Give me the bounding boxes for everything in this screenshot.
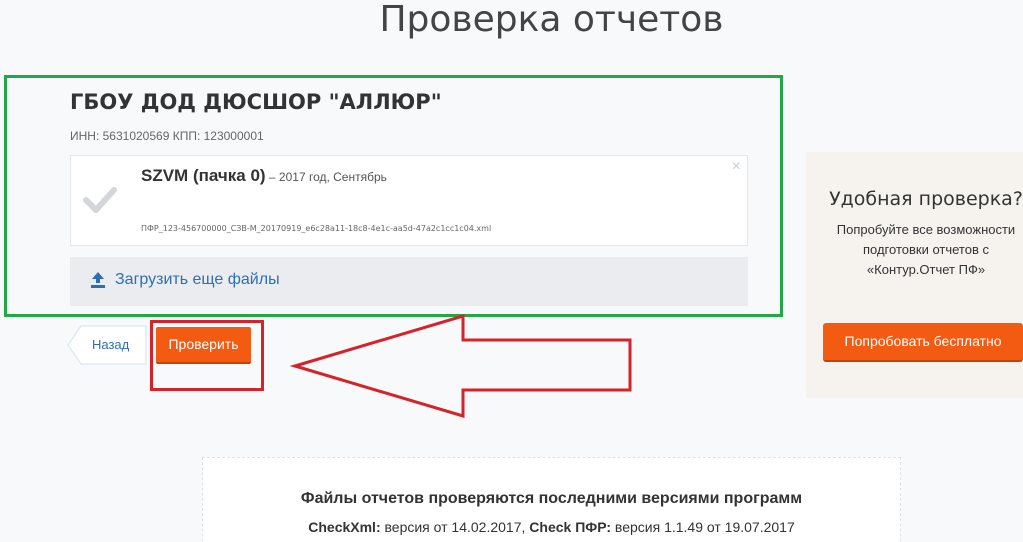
- report-panel: ГБОУ ДОД ДЮСШОР "АЛЛЮР" ИНН: 5631020569 …: [4, 75, 783, 317]
- file-type: SZVM (пачка 0): [141, 166, 266, 185]
- back-button[interactable]: Назад: [67, 325, 147, 365]
- checkpfr-version: версия 1.1.49 от 19.07.2017: [611, 519, 795, 535]
- info-card: Файлы отчетов проверяются последними вер…: [202, 457, 901, 542]
- close-icon[interactable]: ×: [732, 158, 741, 176]
- checkxml-version: версия от 14.02.2017,: [380, 519, 530, 535]
- info-title: Файлы отчетов проверяются последними вер…: [300, 490, 803, 507]
- promo-text: Попробуйте все возможности подготовки от…: [836, 222, 1016, 277]
- page-title: Проверка отчетов: [379, 0, 724, 40]
- promo-title: Удобная проверка?: [829, 188, 1023, 210]
- back-label: Назад: [92, 337, 130, 352]
- try-free-button[interactable]: Попробовать бесплатно: [823, 323, 1023, 362]
- file-name: ПФР_123-456700000_СЗВ-М_20170919_e6c28a1…: [141, 224, 492, 233]
- file-card: × SZVM (пачка 0) – 2017 год, Сентябрь ПФ…: [70, 155, 748, 246]
- org-ids: ИНН: 5631020569 КПП: 123000001: [70, 129, 264, 143]
- check-icon: [83, 187, 117, 213]
- check-button[interactable]: Проверить: [156, 327, 251, 364]
- org-name: ГБОУ ДОД ДЮСШОР "АЛЛЮР": [70, 90, 442, 114]
- checkpfr-name: Check ПФР:: [529, 519, 612, 535]
- upload-more-button[interactable]: Загрузить еще файлы: [70, 257, 748, 306]
- upload-more-label: Загрузить еще файлы: [115, 271, 280, 288]
- promo-panel: Удобная проверка? Попробуйте все возможн…: [806, 152, 1023, 398]
- file-period: – 2017 год, Сентябрь: [265, 170, 387, 184]
- arrow-icon: [290, 313, 632, 419]
- upload-icon: [91, 272, 105, 288]
- file-title: SZVM (пачка 0) – 2017 год, Сентябрь: [141, 166, 387, 186]
- checkxml-name: CheckXml:: [308, 519, 381, 535]
- info-versions: CheckXml: версия от 14.02.2017, Check ПФ…: [203, 519, 900, 535]
